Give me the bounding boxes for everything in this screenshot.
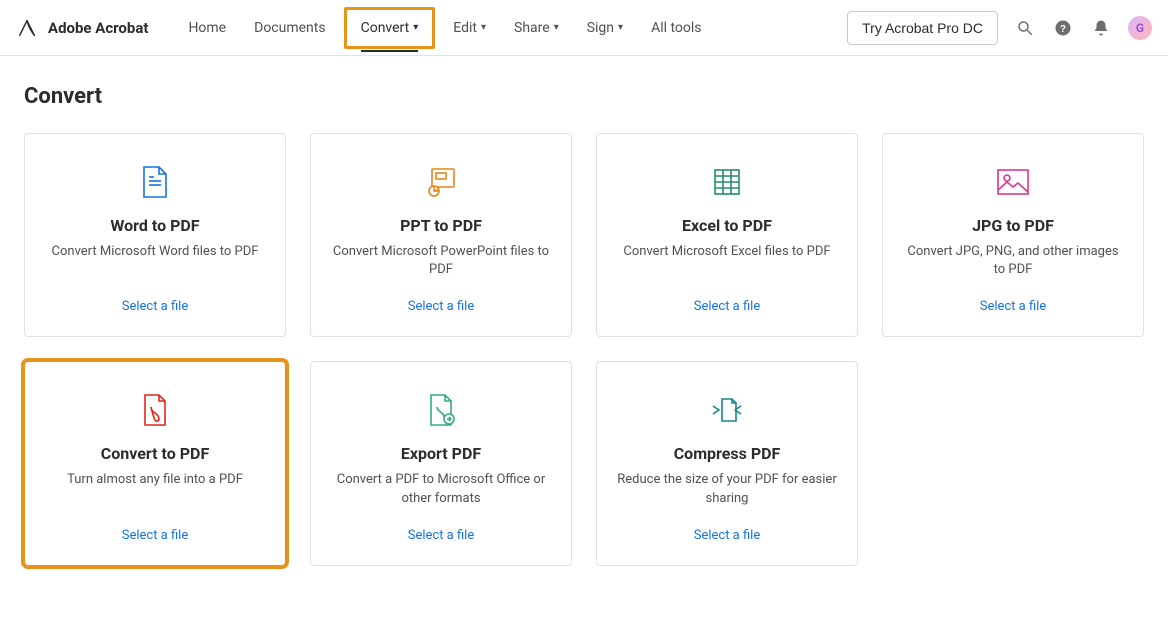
card-ppt-to-pdf[interactable]: PPT to PDF Convert Microsoft PowerPoint … (310, 133, 572, 337)
ppt-file-icon (424, 162, 458, 202)
nav-convert-highlight: Convert ▾ (344, 7, 436, 49)
try-acrobat-button[interactable]: Try Acrobat Pro DC (847, 11, 998, 45)
help-icon[interactable]: ? (1052, 17, 1074, 39)
card-title: JPG to PDF (972, 216, 1054, 235)
brand-name: Adobe Acrobat (48, 19, 148, 37)
card-jpg-to-pdf[interactable]: JPG to PDF Convert JPG, PNG, and other i… (882, 133, 1144, 337)
compress-pdf-icon (709, 390, 745, 430)
export-pdf-icon (425, 390, 457, 430)
adobe-acrobat-logo-icon (16, 17, 38, 39)
word-file-icon (140, 162, 170, 202)
select-file-link[interactable]: Select a file (408, 528, 475, 543)
select-file-link[interactable]: Select a file (980, 299, 1047, 314)
notifications-bell-icon[interactable] (1090, 17, 1112, 39)
search-icon[interactable] (1014, 17, 1036, 39)
image-file-icon (996, 162, 1030, 202)
excel-file-icon (712, 162, 742, 202)
card-title: PPT to PDF (400, 216, 482, 235)
cards-row-2: Convert to PDF Turn almost any file into… (24, 361, 1144, 565)
nav-home[interactable]: Home (176, 12, 238, 44)
card-title: Word to PDF (110, 216, 199, 235)
brand-logo-block: Adobe Acrobat (16, 17, 148, 39)
select-file-link[interactable]: Select a file (122, 299, 189, 314)
select-file-link[interactable]: Select a file (122, 528, 189, 543)
card-export-pdf[interactable]: Export PDF Convert a PDF to Microsoft Of… (310, 361, 572, 565)
card-description: Convert JPG, PNG, and other images to PD… (899, 243, 1127, 279)
card-title: Compress PDF (674, 444, 781, 463)
card-title: Excel to PDF (682, 216, 772, 235)
nav-all-tools[interactable]: All tools (639, 12, 713, 44)
nav-sign[interactable]: Sign▾ (575, 12, 635, 44)
chevron-down-icon: ▾ (413, 22, 418, 33)
chevron-down-icon: ▾ (481, 22, 486, 33)
pdf-file-icon (141, 390, 169, 430)
svg-text:?: ? (1060, 23, 1066, 34)
user-avatar[interactable]: G (1128, 16, 1152, 40)
page-title: Convert (24, 84, 1144, 109)
select-file-link[interactable]: Select a file (408, 299, 475, 314)
card-description: Turn almost any file into a PDF (63, 471, 247, 489)
topbar-right-controls: Try Acrobat Pro DC ? G (847, 11, 1152, 45)
nav-edit[interactable]: Edit▾ (441, 12, 498, 44)
cards-row-1: Word to PDF Convert Microsoft Word files… (24, 133, 1144, 337)
nav-documents[interactable]: Documents (242, 12, 337, 44)
nav-share[interactable]: Share▾ (502, 12, 571, 44)
card-description: Convert Microsoft Word files to PDF (48, 243, 263, 261)
nav-convert[interactable]: Convert ▾ (349, 12, 431, 44)
card-description: Reduce the size of your PDF for easier s… (613, 471, 841, 507)
chevron-down-icon: ▾ (554, 22, 559, 33)
card-description: Convert a PDF to Microsoft Office or oth… (327, 471, 555, 507)
top-navigation-bar: Adobe Acrobat Home Documents Convert ▾ E… (0, 0, 1168, 56)
chevron-down-icon: ▾ (618, 22, 623, 33)
card-convert-to-pdf[interactable]: Convert to PDF Turn almost any file into… (24, 361, 286, 565)
card-description: Convert Microsoft PowerPoint files to PD… (327, 243, 555, 279)
card-excel-to-pdf[interactable]: Excel to PDF Convert Microsoft Excel fil… (596, 133, 858, 337)
main-nav: Home Documents Convert ▾ Edit▾ Share▾ Si… (176, 7, 713, 49)
card-description: Convert Microsoft Excel files to PDF (619, 243, 834, 261)
card-title: Export PDF (401, 444, 481, 463)
page-content: Convert Word to PDF Convert Microsoft Wo… (0, 56, 1168, 606)
card-title: Convert to PDF (101, 444, 209, 463)
select-file-link[interactable]: Select a file (694, 528, 761, 543)
card-compress-pdf[interactable]: Compress PDF Reduce the size of your PDF… (596, 361, 858, 565)
select-file-link[interactable]: Select a file (694, 299, 761, 314)
card-word-to-pdf[interactable]: Word to PDF Convert Microsoft Word files… (24, 133, 286, 337)
